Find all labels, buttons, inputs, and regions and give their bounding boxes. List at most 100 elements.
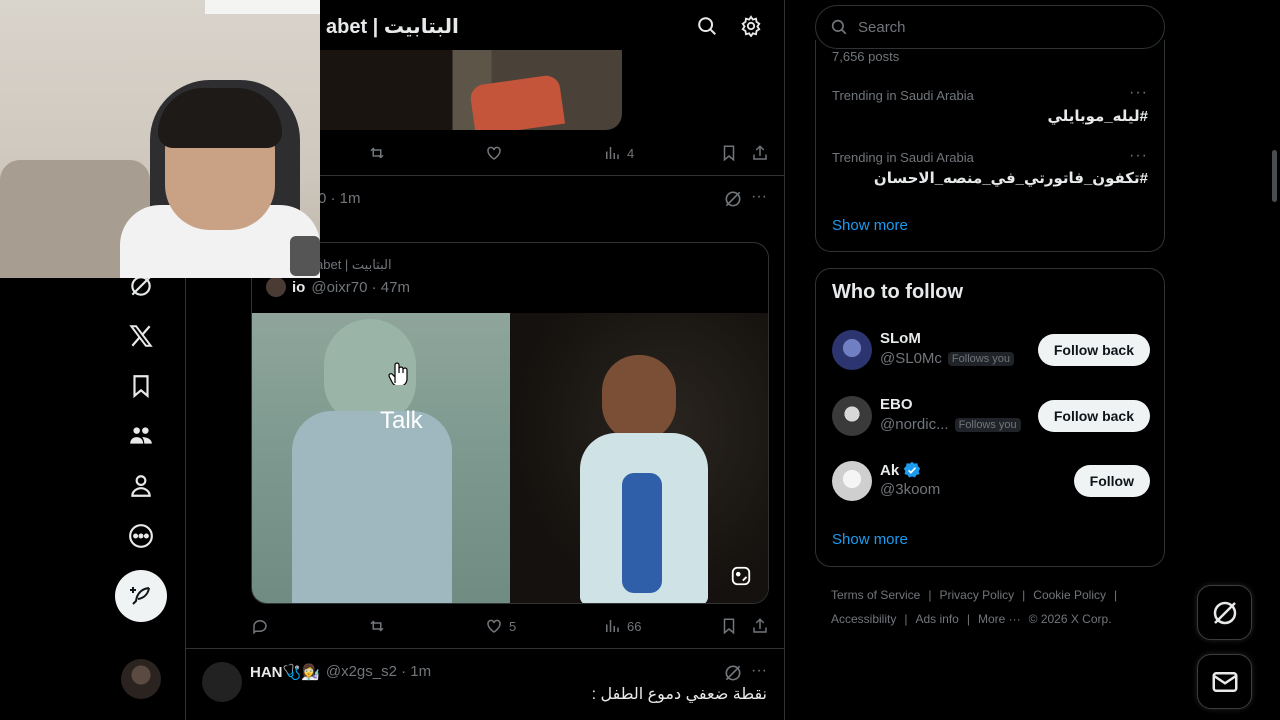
communities-icon[interactable] — [128, 423, 154, 449]
suggestion-avatar[interactable] — [832, 396, 872, 436]
share-icon — [753, 618, 767, 633]
trend-tag[interactable]: #ليله_موبايلي — [1047, 107, 1148, 125]
who-to-follow-title: Who to follow — [832, 281, 964, 303]
grok-floating-button[interactable] — [1197, 585, 1252, 640]
footer-link[interactable]: More ··· — [978, 612, 1021, 626]
views-count: 66 — [627, 618, 642, 634]
post-more-icon[interactable]: ··· — [751, 188, 767, 206]
footer-link[interactable]: Terms of Service — [831, 588, 920, 602]
post-avatar[interactable] — [202, 662, 242, 702]
views-button[interactable]: 4 — [603, 144, 634, 162]
trends-show-more-link[interactable]: Show more — [832, 217, 908, 234]
quoted-post-card[interactable]: abet | البتابيت io @oixr70 · 47m Talk — [251, 242, 769, 604]
retweet-button[interactable] — [368, 617, 386, 635]
bookmark-button[interactable] — [720, 144, 738, 162]
trend-more-icon[interactable]: ··· — [1129, 147, 1148, 165]
trend-post-count: 7,656 posts — [832, 49, 900, 64]
likes-count: 5 — [509, 618, 517, 634]
page-scrollbar[interactable] — [1272, 150, 1277, 202]
post-author[interactable]: HAN🩺👩‍🔬 @x2gs_s2 · 1m — [250, 663, 431, 681]
image-caption-text: Talk — [380, 407, 423, 434]
compose-post-button[interactable] — [115, 570, 167, 622]
like-button[interactable]: 5 — [485, 617, 516, 635]
x-premium-icon[interactable] — [128, 323, 154, 349]
views-button[interactable]: 66 — [603, 617, 641, 635]
trend-more-icon[interactable]: ··· — [1129, 84, 1148, 102]
follows-you-badge: Follows you — [947, 351, 1014, 366]
post-divider — [186, 648, 784, 649]
follow-back-button[interactable]: Follow back — [1037, 334, 1150, 366]
trend-tag[interactable]: #تكفون_فاتورتي_في_منصه_الاحسان — [874, 169, 1148, 187]
suggestion-name-row[interactable]: Ak — [880, 461, 921, 479]
reply-button[interactable] — [251, 617, 269, 635]
footer-links-row-2: Accessibility | Ads info | More ··· © 2026… — [831, 612, 1112, 626]
retweet-icon — [370, 147, 384, 159]
suggestion-handle: @nordic... — [880, 416, 949, 433]
follow-suggestion[interactable]: EBO @nordic... Follows you Follow back — [832, 394, 1150, 438]
bookmarks-icon[interactable] — [128, 373, 154, 399]
messages-floating-button[interactable] — [1197, 654, 1252, 709]
reply-icon — [253, 620, 267, 635]
grok-explain-icon[interactable] — [723, 189, 743, 209]
like-button[interactable] — [485, 144, 503, 162]
account-avatar[interactable] — [121, 659, 161, 699]
feather-plus-icon — [130, 587, 150, 605]
retweet-icon — [370, 620, 384, 632]
suggestion-handle-row: @3koom — [880, 481, 940, 498]
search-icon[interactable] — [696, 15, 718, 37]
quoted-avatar — [266, 277, 286, 297]
page-title: abet | البتابيت — [326, 16, 459, 38]
suggestion-handle-row: @SL0Mc Follows you — [880, 350, 1014, 367]
retweet-button[interactable] — [368, 144, 386, 162]
post-text: نقطة ضعفي دموع الطفل : — [591, 686, 767, 703]
footer-link[interactable]: Cookie Policy — [1033, 588, 1106, 602]
bookmark-icon — [723, 618, 735, 635]
quoted-name: io — [292, 278, 306, 296]
search-placeholder[interactable]: Search — [858, 19, 906, 36]
views-chart-icon — [606, 147, 619, 159]
trend-context: Trending in Saudi Arabia — [832, 150, 974, 165]
follow-button[interactable]: Follow — [1073, 465, 1150, 497]
grok-icon — [1213, 601, 1236, 624]
suggestion-avatar[interactable] — [832, 461, 872, 501]
footer-link[interactable]: Privacy Policy — [939, 588, 1014, 602]
suggestion-name: Ak — [880, 461, 900, 479]
follow-suggestion[interactable]: Ak @3koom Follow — [832, 459, 1150, 503]
hand-cursor-icon — [388, 362, 408, 385]
more-options-icon[interactable] — [128, 523, 154, 549]
image-edit-icon[interactable] — [730, 565, 752, 587]
follow-back-button[interactable]: Follow back — [1037, 400, 1150, 432]
quoted-handle: @oixr70 · 47m — [311, 278, 410, 296]
share-button[interactable] — [751, 617, 769, 635]
footer-link[interactable]: Ads info — [915, 612, 958, 626]
suggestion-avatar[interactable] — [832, 330, 872, 370]
envelope-icon — [1212, 671, 1237, 692]
follow-suggestion[interactable]: SLoM @SL0Mc Follows you Follow back — [832, 328, 1150, 372]
quoted-source-label: abet | البتابيت — [316, 257, 392, 272]
trend-context: Trending in Saudi Arabia — [832, 88, 974, 103]
footer-copyright: © 2026 X Corp. — [1028, 612, 1112, 626]
footer-link[interactable]: Accessibility — [831, 612, 896, 626]
views-chart-icon — [606, 620, 619, 632]
post-more-icon[interactable]: ··· — [751, 662, 767, 680]
search-icon — [831, 19, 847, 35]
previous-post-image[interactable] — [296, 50, 622, 130]
quoted-image-right[interactable] — [510, 313, 768, 603]
follows-you-badge: Follows you — [954, 417, 1021, 432]
suggestion-name[interactable]: EBO — [880, 396, 913, 413]
bookmark-icon — [723, 145, 735, 162]
suggestion-name[interactable]: SLoM — [880, 330, 921, 347]
bookmark-button[interactable] — [720, 617, 738, 635]
quoted-author[interactable]: io @oixr70 · 47m — [266, 277, 410, 297]
share-button[interactable] — [751, 144, 769, 162]
webcam-overlay — [0, 0, 320, 278]
suggestion-handle: @3koom — [880, 481, 941, 498]
settings-gear-icon[interactable] — [740, 15, 762, 37]
who-to-follow-panel: Who to follow SLoM @SL0Mc Follows you Fo… — [815, 268, 1165, 567]
suggestion-handle: @SL0Mc — [880, 350, 942, 367]
quoted-image-left[interactable]: Talk — [252, 313, 510, 603]
author-handle: @x2gs_s2 · 1m — [325, 663, 432, 680]
profile-icon[interactable] — [128, 473, 154, 499]
who-to-follow-show-more-link[interactable]: Show more — [832, 531, 908, 548]
grok-explain-icon[interactable] — [723, 663, 743, 683]
